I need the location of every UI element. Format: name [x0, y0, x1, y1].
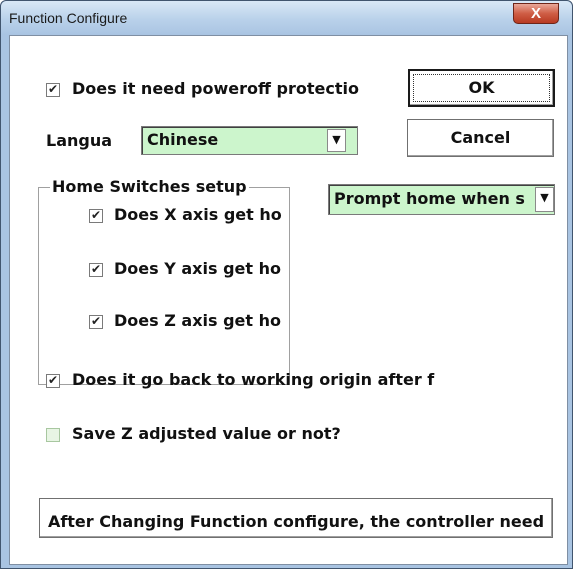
home-z-checkbox[interactable] [89, 314, 103, 329]
window-title: Function Configure [9, 10, 128, 26]
home-y-label: Does Y axis get ho [114, 259, 281, 278]
back-to-origin-label: Does it go back to working origin after … [72, 370, 435, 389]
restart-notice-button[interactable]: After Changing Function configure, the c… [39, 498, 553, 538]
home-z-label: Does Z axis get ho [114, 311, 281, 330]
prompt-home-selected: Prompt home when s [334, 189, 525, 208]
language-label: Langua [46, 131, 113, 150]
home-y-checkbox[interactable] [89, 262, 103, 277]
close-icon: X [530, 5, 541, 22]
down-arrow-icon[interactable]: ▼ [535, 187, 554, 212]
cancel-label: Cancel [450, 128, 511, 147]
home-x-label: Does X axis get ho [114, 205, 282, 224]
home-switches-title: Home Switches setup [50, 177, 249, 196]
close-button[interactable]: X [513, 3, 559, 24]
save-z-label: Save Z adjusted value or not? [72, 424, 341, 443]
title-bar[interactable]: Function Configure X [1, 1, 572, 35]
language-dropdown[interactable]: Chinese ▼ [141, 126, 358, 155]
save-z-checkbox[interactable] [46, 428, 60, 442]
restart-notice-label: After Changing Function configure, the c… [47, 512, 545, 537]
home-x-checkbox[interactable] [89, 208, 103, 223]
down-arrow-icon[interactable]: ▼ [327, 129, 346, 152]
dialog-window: Function Configure X Does it need powero… [0, 0, 573, 569]
prompt-home-dropdown[interactable]: Prompt home when s ▼ [328, 184, 555, 215]
ok-button[interactable]: OK [408, 69, 555, 107]
language-selected: Chinese [147, 130, 219, 149]
poweroff-protection-label: Does it need poweroff protectio [72, 79, 359, 98]
cancel-button[interactable]: Cancel [407, 119, 554, 157]
ok-focus-rect [413, 74, 550, 102]
poweroff-protection-checkbox[interactable] [46, 82, 60, 97]
back-to-origin-checkbox[interactable] [46, 373, 60, 388]
